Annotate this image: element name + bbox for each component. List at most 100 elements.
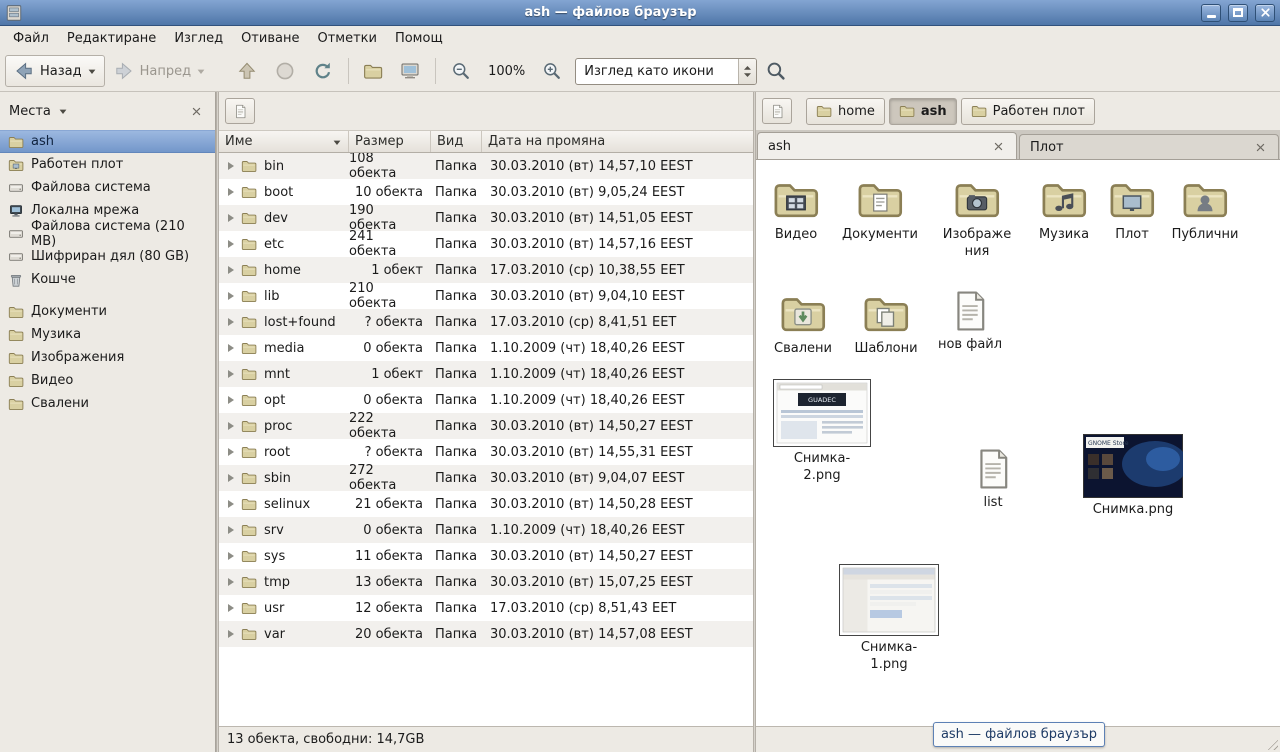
tab-close-icon[interactable]: [990, 138, 1006, 154]
expander-icon[interactable]: [228, 214, 234, 222]
expander-icon[interactable]: [228, 266, 234, 274]
folder-images-item[interactable]: Изображения: [936, 175, 1018, 261]
folder-downloads-item[interactable]: Свалени: [760, 289, 846, 358]
expander-icon[interactable]: [228, 526, 234, 534]
expander-icon[interactable]: [228, 162, 234, 170]
thumb-web-item[interactable]: GUADECСнимка-2.png: [772, 379, 872, 485]
forward-button[interactable]: Напред: [105, 55, 214, 87]
table-row[interactable]: lost+found? обектаПапка17.03.2010 (ср) 8…: [219, 309, 753, 335]
table-row[interactable]: usr12 обектаПапка17.03.2010 (ср) 8,51,43…: [219, 595, 753, 621]
sidebar-item-10[interactable]: Изображения: [0, 346, 215, 369]
zoom-out-button[interactable]: [442, 55, 480, 87]
table-row[interactable]: dev190 обектаПапка30.03.2010 (вт) 14,51,…: [219, 205, 753, 231]
resize-grip[interactable]: [1265, 737, 1278, 750]
expander-icon[interactable]: [228, 500, 234, 508]
sidebar-selector-icon[interactable]: [58, 106, 68, 116]
sidebar-item-9[interactable]: Музика: [0, 323, 215, 346]
menu-item-5[interactable]: Отметки: [308, 26, 385, 51]
folder-video-item[interactable]: Видео: [756, 175, 839, 244]
table-row[interactable]: proc222 обектаПапка30.03.2010 (вт) 14,50…: [219, 413, 753, 439]
expander-icon[interactable]: [228, 552, 234, 560]
table-row[interactable]: var20 обектаПапка30.03.2010 (вт) 14,57,0…: [219, 621, 753, 647]
menu-item-1[interactable]: Файл: [4, 26, 58, 51]
table-row[interactable]: media0 обектаПапка1.10.2009 (чт) 18,40,2…: [219, 335, 753, 361]
table-row[interactable]: mnt1 обектПапка1.10.2009 (чт) 18,40,26 E…: [219, 361, 753, 387]
maximize-button[interactable]: [1228, 4, 1248, 22]
back-dropdown-icon[interactable]: [87, 66, 97, 76]
expander-icon[interactable]: [228, 422, 234, 430]
file-text-item[interactable]: list: [963, 447, 1023, 512]
expander-icon[interactable]: [228, 474, 234, 482]
location-toggle-button[interactable]: [225, 98, 255, 124]
sidebar-item-2[interactable]: Работен плот: [0, 153, 215, 176]
stop-button[interactable]: [266, 55, 304, 87]
file-text-item[interactable]: нов файл: [927, 289, 1013, 354]
search-button[interactable]: [757, 55, 795, 87]
back-button[interactable]: Назад: [5, 55, 105, 87]
sidebar-close-button[interactable]: [186, 101, 206, 121]
table-row[interactable]: etc241 обектаПапка30.03.2010 (вт) 14,57,…: [219, 231, 753, 257]
zoom-level[interactable]: 100%: [480, 64, 533, 79]
folder-desktop-item[interactable]: Плот: [1097, 175, 1167, 244]
table-row[interactable]: srv0 обектаПапка1.10.2009 (чт) 18,40,26 …: [219, 517, 753, 543]
column-header-type[interactable]: Вид: [431, 131, 482, 152]
sidebar-item-5[interactable]: Файлова система (210 MB): [0, 222, 215, 245]
column-header-name[interactable]: Име: [219, 131, 349, 152]
table-row[interactable]: home1 обектПапка17.03.2010 (ср) 10,38,55…: [219, 257, 753, 283]
expander-icon[interactable]: [228, 448, 234, 456]
tab-close-icon[interactable]: [1252, 139, 1268, 155]
table-row[interactable]: opt0 обектаПапка1.10.2009 (чт) 18,40,26 …: [219, 387, 753, 413]
combo-arrows-icon[interactable]: [738, 59, 756, 84]
expander-icon[interactable]: [228, 604, 234, 612]
menu-item-3[interactable]: Изглед: [165, 26, 232, 51]
sidebar-item-6[interactable]: Шифриран дял (80 GB): [0, 245, 215, 268]
close-button[interactable]: [1255, 4, 1275, 22]
column-header-size[interactable]: Размер: [349, 131, 431, 152]
table-row[interactable]: bin108 обектаПапка30.03.2010 (вт) 14,57,…: [219, 153, 753, 179]
up-button[interactable]: [228, 55, 266, 87]
table-row[interactable]: sbin272 обектаПапка30.03.2010 (вт) 9,04,…: [219, 465, 753, 491]
expander-icon[interactable]: [228, 188, 234, 196]
expander-icon[interactable]: [228, 370, 234, 378]
folder-docs-item[interactable]: Документи: [834, 175, 926, 244]
expander-icon[interactable]: [228, 292, 234, 300]
home-button[interactable]: [355, 55, 391, 87]
folder-music-item[interactable]: Музика: [1021, 175, 1107, 244]
sidebar-item-7[interactable]: Кошче: [0, 268, 215, 291]
thumb-fm-item[interactable]: Снимка-1.png: [836, 564, 942, 674]
sidebar-item-11[interactable]: Видео: [0, 369, 215, 392]
folder-public-item[interactable]: Публични: [1161, 175, 1249, 244]
sidebar-item-12[interactable]: Свалени: [0, 392, 215, 415]
column-header-date[interactable]: Дата на промяна: [482, 131, 753, 152]
expander-icon[interactable]: [228, 240, 234, 248]
expander-icon[interactable]: [228, 344, 234, 352]
sidebar-title[interactable]: Места: [9, 104, 51, 119]
expander-icon[interactable]: [228, 630, 234, 638]
breadcrumb-3[interactable]: Работен плот: [961, 98, 1095, 125]
table-row[interactable]: selinux21 обектаПапка30.03.2010 (вт) 14,…: [219, 491, 753, 517]
tab-2[interactable]: Плот: [1019, 134, 1279, 159]
expander-icon[interactable]: [228, 318, 234, 326]
minimize-button[interactable]: [1201, 4, 1221, 22]
tab-1[interactable]: ash: [757, 132, 1017, 159]
table-row[interactable]: tmp13 обектаПапка30.03.2010 (вт) 15,07,2…: [219, 569, 753, 595]
sidebar-item-3[interactable]: Файлова система: [0, 176, 215, 199]
table-row[interactable]: lib210 обектаПапка30.03.2010 (вт) 9,04,1…: [219, 283, 753, 309]
computer-button[interactable]: [391, 55, 429, 87]
taskbar-window-button[interactable]: ash — файлов браузър: [933, 722, 1105, 747]
thumb-dark-item[interactable]: GNOME StoreСнимка.png: [1080, 434, 1186, 519]
breadcrumb-1[interactable]: home: [806, 98, 885, 125]
zoom-in-button[interactable]: [533, 55, 571, 87]
breadcrumb-2[interactable]: ash: [889, 98, 957, 125]
table-row[interactable]: sys11 обектаПапка30.03.2010 (вт) 14,50,2…: [219, 543, 753, 569]
table-row[interactable]: root? обектаПапка30.03.2010 (вт) 14,55,3…: [219, 439, 753, 465]
table-row[interactable]: boot10 обектаПапка30.03.2010 (вт) 9,05,2…: [219, 179, 753, 205]
view-mode-select[interactable]: Изглед като икони: [575, 58, 757, 85]
sidebar-item-8[interactable]: Документи: [0, 300, 215, 323]
expander-icon[interactable]: [228, 396, 234, 404]
sidebar-item-1[interactable]: ash: [0, 130, 215, 153]
expander-icon[interactable]: [228, 578, 234, 586]
menu-item-2[interactable]: Редактиране: [58, 26, 165, 51]
reload-button[interactable]: [304, 55, 342, 87]
location-toggle-button[interactable]: [762, 98, 792, 124]
